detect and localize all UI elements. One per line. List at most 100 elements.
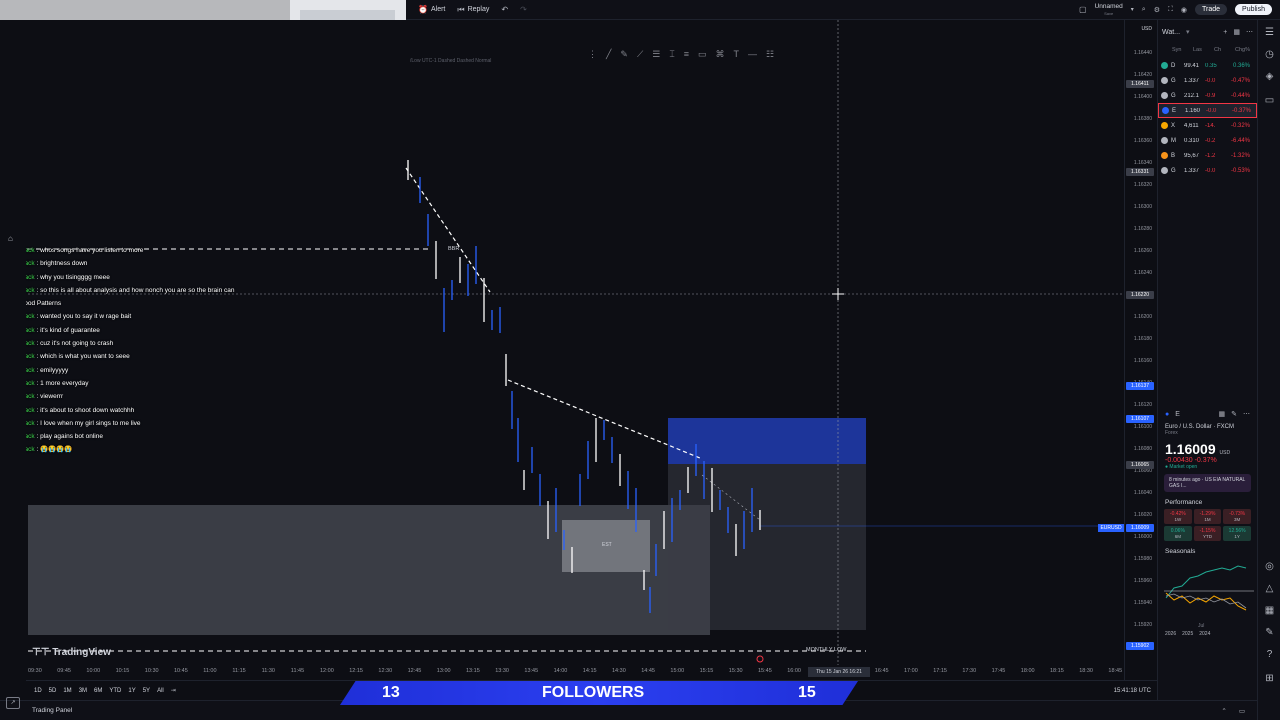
replay-button[interactable]: ⏮ Replay: [457, 5, 489, 15]
collapse-icon[interactable]: ⌃: [1221, 707, 1226, 715]
details-symbol[interactable]: E: [1175, 411, 1180, 418]
goto-date-icon[interactable]: ⇥: [171, 687, 176, 694]
watchlist-row[interactable]: G 212.1 -0.9 -0.44%: [1158, 88, 1257, 103]
range-5d[interactable]: 5D: [49, 688, 57, 694]
calendar-icon[interactable]: ▦: [1263, 604, 1276, 617]
drag-handle-icon[interactable]: ⋮: [588, 49, 597, 60]
price-tag[interactable]: 1.16137: [1126, 382, 1154, 390]
time-tick-label: 15:30: [728, 668, 743, 674]
watchlist-title[interactable]: Wat...: [1162, 29, 1180, 36]
watchlist-row[interactable]: M 0.310 -0.2 -6.44%: [1158, 133, 1257, 148]
notes-icon[interactable]: ✎: [1263, 626, 1276, 639]
event-marker-icon[interactable]: [756, 655, 764, 663]
edit-icon[interactable]: ✎: [1231, 410, 1237, 418]
price-axis[interactable]: USD 1.16440 1.16420 1.16400 1.16380 1.16360 1…: [1124, 20, 1156, 680]
performance-cell[interactable]: -0.73% 3M: [1223, 509, 1251, 524]
menu-icon[interactable]: ☷: [766, 49, 774, 60]
zone-extension[interactable]: [668, 464, 866, 630]
price-tag[interactable]: 1.16411: [1126, 80, 1154, 88]
col-last[interactable]: Las: [1193, 47, 1207, 53]
chevron-down-icon[interactable]: ▾: [1186, 28, 1190, 36]
season-year[interactable]: 2025: [1182, 631, 1193, 637]
path-icon[interactable]: ⟋: [637, 49, 643, 60]
quick-search-icon[interactable]: ⌕: [1142, 6, 1146, 14]
range-1y[interactable]: 1Y: [128, 688, 135, 694]
performance-cell[interactable]: 0.06% 6M: [1164, 526, 1192, 541]
watchlist-row[interactable]: D 99.41 0.35 0.36%: [1158, 58, 1257, 73]
price-tag[interactable]: 1.16331: [1126, 168, 1154, 176]
range-ytd[interactable]: YTD: [109, 688, 121, 694]
trendline-icon[interactable]: ╱: [606, 49, 611, 60]
alerts-icon[interactable]: ◷: [1263, 48, 1276, 61]
col-symbol[interactable]: Syn: [1172, 47, 1186, 53]
watchlist-row[interactable]: G 1.337 -0.0 -0.53%: [1158, 163, 1257, 178]
watchlist-icon[interactable]: ☰: [1263, 26, 1276, 39]
range-6m[interactable]: 6M: [94, 688, 102, 694]
text-icon[interactable]: T: [734, 49, 740, 59]
lock-icon[interactable]: ⌂: [8, 234, 13, 243]
redo-button[interactable]: ↷: [520, 5, 527, 14]
performance-cell[interactable]: -1.15% YTD: [1193, 526, 1222, 541]
alert-button[interactable]: ⏰ Alert: [418, 5, 445, 14]
panel-toggle-icon[interactable]: ↗: [6, 697, 20, 709]
watchlist-row[interactable]: E 1.160 -0.0 -0.37%: [1158, 103, 1257, 118]
range-1d[interactable]: 1D: [34, 688, 42, 694]
news-item[interactable]: 8 minutes ago · US EIA NATURAL GAS I...: [1164, 474, 1251, 492]
currency-label[interactable]: USD: [1141, 26, 1152, 32]
undo-button[interactable]: ↶: [501, 5, 508, 14]
trading-panel-tab[interactable]: Trading Panel: [32, 707, 72, 714]
price-tag[interactable]: 1.15902: [1126, 642, 1154, 650]
help-icon[interactable]: ?: [1263, 648, 1276, 661]
add-symbol-icon[interactable]: +: [1223, 29, 1227, 36]
trade-button[interactable]: Trade: [1195, 4, 1228, 15]
range-3m[interactable]: 3M: [79, 688, 87, 694]
pencil-icon[interactable]: ✎: [620, 49, 628, 60]
layout-icon[interactable]: ▦: [1233, 28, 1240, 36]
season-year[interactable]: 2024: [1199, 631, 1210, 637]
layout-name-button[interactable]: Unnamed Save: [1095, 3, 1123, 17]
more-icon[interactable]: ⋯: [1246, 28, 1253, 36]
chevron-down-icon[interactable]: ▾: [1131, 6, 1134, 13]
time-axis[interactable]: 09:30 09:45 10:00 10:15 10:30 10:45 11:00 11:15…: [26, 665, 1124, 679]
target-icon[interactable]: ◎: [1263, 560, 1276, 573]
performance-cell[interactable]: -0.42% 1W: [1164, 509, 1192, 524]
range-1m[interactable]: 1M: [63, 688, 71, 694]
range-all[interactable]: All: [157, 688, 164, 694]
col-change[interactable]: Ch: [1214, 47, 1228, 53]
price-tag[interactable]: 1.16220: [1126, 291, 1154, 299]
lines-icon[interactable]: ≡: [684, 49, 689, 59]
clock[interactable]: 15:41:18 UTC: [1114, 688, 1157, 694]
fib-icon[interactable]: ☰: [652, 49, 660, 60]
publish-button[interactable]: Publish: [1235, 4, 1272, 15]
channel-icon[interactable]: ⌶: [669, 49, 674, 60]
rectangle-icon[interactable]: ▭: [698, 49, 707, 60]
seasonals-title[interactable]: Seasonals: [1158, 548, 1257, 555]
maximize-icon[interactable]: ▭: [1239, 707, 1245, 715]
col-change-pct[interactable]: Chg%: [1235, 47, 1251, 53]
grid-icon[interactable]: ▦: [1219, 410, 1226, 418]
measure-icon[interactable]: —: [748, 49, 757, 59]
seasonals-chart[interactable]: [1164, 558, 1254, 618]
performance-cell[interactable]: -1.29% 1M: [1193, 509, 1222, 524]
trend-line-1[interactable]: [405, 167, 491, 293]
price-tag[interactable]: 1.16065: [1126, 461, 1154, 469]
grid-icon[interactable]: ⊞: [1263, 672, 1276, 685]
brush-icon[interactable]: ⌘: [716, 49, 725, 60]
performance-title[interactable]: Performance: [1158, 499, 1257, 506]
fullscreen-icon[interactable]: ⛶: [1168, 6, 1173, 14]
range-5y[interactable]: 5Y: [143, 688, 150, 694]
chat-icon[interactable]: ▭: [1263, 94, 1276, 107]
layout-icon[interactable]: ▢: [1079, 5, 1087, 14]
layers-icon[interactable]: ◈: [1263, 70, 1276, 83]
season-year[interactable]: 2026: [1165, 631, 1176, 637]
watchlist-row[interactable]: B 95,67 -1.2 -1.32%: [1158, 148, 1257, 163]
triangle-icon[interactable]: △: [1263, 582, 1276, 595]
price-tag[interactable]: 1.16107: [1126, 415, 1154, 423]
price-tag[interactable]: 1.16009: [1126, 524, 1154, 532]
more-icon[interactable]: ⋯: [1243, 410, 1250, 418]
performance-cell[interactable]: 12.56% 1Y: [1223, 526, 1251, 541]
camera-icon[interactable]: ◉: [1181, 6, 1187, 14]
watchlist-row[interactable]: X 4,611 -14. -0.32%: [1158, 118, 1257, 133]
watchlist-row[interactable]: G 1.337 -0.0 -0.47%: [1158, 73, 1257, 88]
settings-icon[interactable]: ⚙: [1154, 6, 1160, 14]
